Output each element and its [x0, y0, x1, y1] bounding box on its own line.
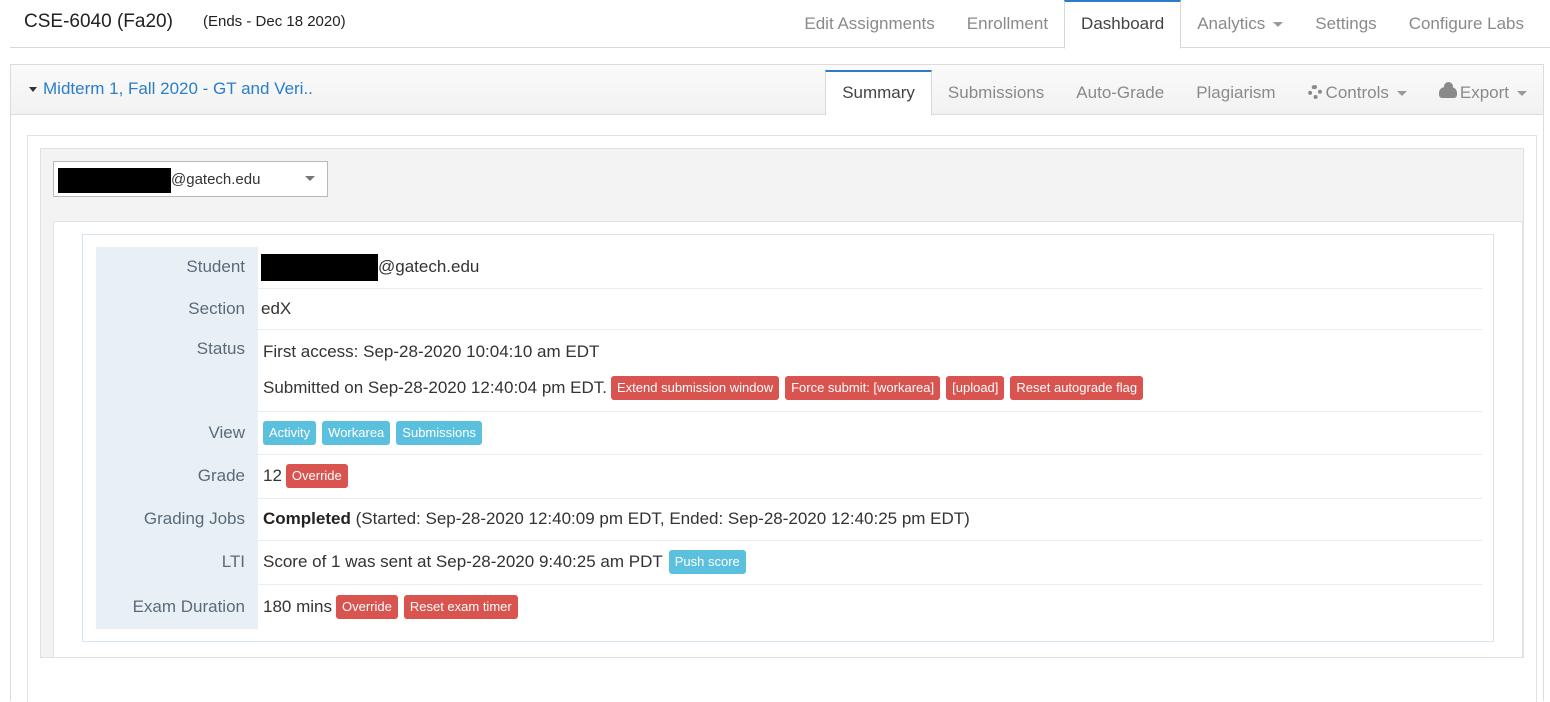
value-status: First access: Sep-28-2020 10:04:10 am ED… — [258, 329, 1482, 412]
label-grading-jobs: Grading Jobs — [96, 498, 258, 541]
tab-plagiarism[interactable]: Plagiarism — [1180, 70, 1291, 115]
tab-dashboard[interactable]: Dashboard — [1064, 0, 1182, 49]
tab-configure-labs[interactable]: Configure Labs — [1393, 0, 1540, 48]
label-grade: Grade — [96, 454, 258, 499]
course-nav: Edit Assignments Enrollment Dashboard An… — [788, 0, 1540, 49]
first-access: First access: Sep-28-2020 10:04:10 am ED… — [263, 342, 600, 361]
row-exam-duration: Exam Duration 180 mins Override Reset exam… — [96, 584, 1482, 629]
tab-submissions[interactable]: Submissions — [932, 70, 1060, 115]
value-exam-duration: 180 mins Override Reset exam timer — [258, 584, 1482, 629]
student-select-value: @gatech.edu — [171, 171, 261, 188]
summary-card: Student @gatech.edu Section edX Status F… — [82, 234, 1494, 642]
exam-duration-value: 180 mins — [263, 596, 332, 616]
value-grade: 12 Override — [258, 454, 1482, 499]
label-view: View — [96, 411, 258, 455]
row-grading-jobs: Grading Jobs Completed (Started: Sep-28-… — [96, 498, 1482, 541]
top-header: CSE-6040 (Fa20) (Ends - Dec 18 2020) Edi… — [10, 0, 1550, 49]
row-section: Section edX — [96, 288, 1482, 330]
caret-down-icon — [1396, 91, 1407, 97]
tab-analytics[interactable]: Analytics — [1181, 0, 1299, 48]
grade-value: 12 — [263, 466, 282, 485]
assignment-nav: Summary Submissions Auto-Grade Plagiaris… — [825, 70, 1543, 116]
push-score-button[interactable]: Push score — [668, 550, 746, 574]
content-area: @gatech.edu Student @gatech.edu Section — [27, 135, 1537, 702]
force-submit-workarea-button[interactable]: Force submit: [workarea] — [785, 376, 941, 400]
student-email-domain: @gatech.edu — [378, 256, 480, 276]
row-view: View Activity Workarea Submissions — [96, 411, 1482, 455]
lti-status: Score of 1 was sent at Sep-28-2020 9:40:… — [263, 552, 663, 571]
cloud-download-icon — [1438, 82, 1457, 98]
view-workarea-button[interactable]: Workarea — [322, 420, 391, 445]
value-view: Activity Workarea Submissions — [258, 411, 1482, 455]
student-select[interactable]: @gatech.edu — [53, 161, 328, 197]
summary-table: Student @gatech.edu Section edX Status F… — [96, 247, 1482, 629]
row-status: Status First access: Sep-28-2020 10:04:1… — [96, 329, 1482, 412]
course-end-date: (Ends - Dec 18 2020) — [203, 13, 346, 30]
course-title: CSE-6040 (Fa20) — [24, 11, 173, 32]
duration-override-button[interactable]: Override — [335, 594, 398, 619]
label-section: Section — [96, 288, 258, 330]
extend-window-button[interactable]: Extend submission window — [611, 376, 780, 400]
caret-down-icon — [29, 87, 37, 93]
grading-state: Completed — [263, 509, 351, 528]
assignment-title: Midterm 1, Fall 2020 - GT and Veri.. — [43, 79, 313, 98]
value-student: @gatech.edu — [258, 247, 1482, 289]
grading-detail: (Started: Sep-28-2020 12:40:09 pm EDT, E… — [355, 509, 970, 528]
caret-down-icon — [305, 176, 315, 181]
row-lti: LTI Score of 1 was sent at Sep-28-2020 9… — [96, 540, 1482, 585]
label-status: Status — [96, 329, 258, 412]
tab-edit-assignments[interactable]: Edit Assignments — [788, 0, 950, 48]
label-lti: LTI — [96, 540, 258, 585]
row-student: Student @gatech.edu — [96, 247, 1482, 289]
redacted-name — [261, 253, 378, 281]
redacted-name — [58, 168, 171, 193]
value-grading-jobs: Completed (Started: Sep-28-2020 12:40:09… — [258, 498, 1482, 541]
view-activity-button[interactable]: Activity — [263, 420, 317, 445]
view-submissions-button[interactable]: Submissions — [396, 420, 482, 445]
force-submit-upload-button[interactable]: [upload] — [946, 376, 1005, 400]
reset-exam-timer-button[interactable]: Reset exam timer — [403, 594, 518, 619]
grade-override-button[interactable]: Override — [285, 464, 348, 488]
reset-autograde-flag-button[interactable]: Reset autograde flag — [1010, 376, 1144, 400]
tab-summary[interactable]: Summary — [825, 70, 932, 116]
caret-down-icon — [1273, 22, 1284, 28]
value-section: edX — [258, 288, 1482, 330]
summary-wrapper: Student @gatech.edu Section edX Status F… — [53, 221, 1523, 658]
label-exam-duration: Exam Duration — [96, 584, 258, 629]
tab-enrollment[interactable]: Enrollment — [951, 0, 1064, 48]
tab-export[interactable]: Export — [1423, 70, 1543, 115]
tab-settings[interactable]: Settings — [1299, 0, 1392, 48]
value-lti: Score of 1 was sent at Sep-28-2020 9:40:… — [258, 540, 1482, 585]
tab-controls[interactable]: Controls — [1292, 70, 1423, 115]
tab-auto-grade[interactable]: Auto-Grade — [1060, 70, 1180, 115]
assignment-title-toggle[interactable]: Midterm 1, Fall 2020 - GT and Veri.. — [29, 79, 313, 99]
submitted-text: Submitted on Sep-28-2020 12:40:04 pm EDT… — [263, 378, 607, 397]
student-well: @gatech.edu Student @gatech.edu Section — [40, 148, 1524, 658]
row-grade: Grade 12 Override — [96, 454, 1482, 499]
caret-down-icon — [1517, 91, 1527, 97]
assignment-panel: Midterm 1, Fall 2020 - GT and Veri.. Sum… — [10, 64, 1544, 702]
assignment-header: Midterm 1, Fall 2020 - GT and Veri.. Sum… — [11, 65, 1543, 116]
gear-icon — [1307, 85, 1322, 99]
submission-line: Submitted on Sep-28-2020 12:40:04 pm EDT… — [261, 370, 1481, 406]
label-student: Student — [96, 247, 258, 289]
